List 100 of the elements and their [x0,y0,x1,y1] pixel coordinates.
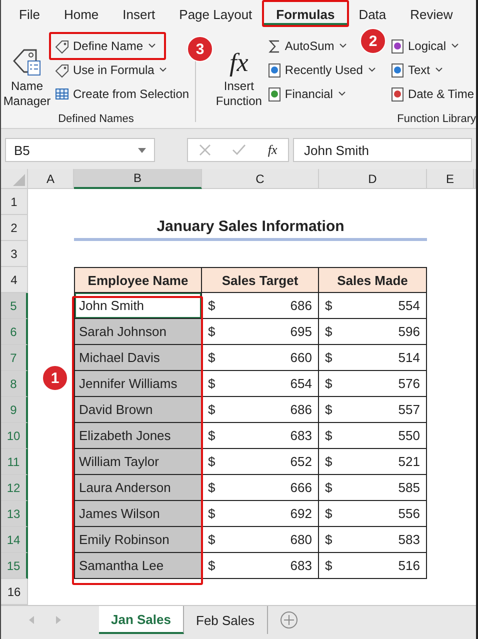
table-cell: $ 596 [319,319,427,345]
table-cell: $ 576 [319,371,427,397]
table-cell: $ 683 [202,423,319,449]
row-header[interactable]: 5 [1,293,28,319]
row-header[interactable]: 14 [1,527,28,553]
table-cell: $ 583 [319,527,427,553]
select-all-icon[interactable] [13,174,25,186]
ribbon-button[interactable]: Text [388,58,445,82]
formula-field[interactable]: John Smith [293,138,472,162]
row-header[interactable]: 8 [1,371,28,397]
caret-icon [159,67,168,73]
scroll-right-icon[interactable] [55,616,61,624]
row-header[interactable]: 12 [1,475,28,501]
column-header[interactable]: A [28,169,74,189]
ribbon-tab[interactable]: Insert [110,3,168,26]
caret-icon [338,91,346,97]
ribbon-button[interactable]: Financial [264,82,348,106]
table-cell: $ 585 [319,475,427,501]
ribbon-tab[interactable]: Data [346,3,398,26]
table-cell: $ 550 [319,423,427,449]
row-header[interactable]: 15 [1,553,28,579]
ribbon-tab[interactable]: Formulas [264,3,347,26]
table-cell: $ 521 [319,449,427,475]
caret-icon [138,148,146,152]
table-cell: $ 695 [202,319,319,345]
scroll-left-icon[interactable] [29,616,35,624]
row-header[interactable]: 1 [1,189,28,215]
caret-icon [451,43,459,49]
insert-function-button[interactable]: fx [268,142,278,158]
add-sheet-icon[interactable] [280,611,298,629]
column-header[interactable]: E [427,169,474,189]
ribbon-button[interactable]: Logical [388,34,461,58]
tag-icon [55,62,70,78]
caret-icon [148,43,156,49]
ribbon-button[interactable]: Define Name [53,34,158,58]
row-header[interactable]: 2 [1,215,28,241]
table-cell: Samantha Lee [74,553,202,579]
tag-icon [55,38,70,54]
table-cell: $ 514 [319,345,427,371]
row-header[interactable]: 3 [1,241,28,267]
table-cell: Elizabeth Jones [74,423,202,449]
table-cell: David Brown [74,397,202,423]
table-cell: Sarah Johnson [74,319,202,345]
table-cell: $ 680 [202,527,319,553]
table-cell: Michael Davis [74,345,202,371]
table-header: Sales Made [319,267,427,293]
table-cell: John Smith [74,293,202,319]
name-manager-button[interactable]: Name Manager [1,34,53,113]
ribbon-button[interactable]: AutoSum [264,34,350,58]
row-header[interactable]: 4 [1,267,28,293]
sigma-icon [266,38,282,54]
table-cell: $ 660 [202,345,319,371]
table-cell: $ 686 [202,397,319,423]
row-header[interactable]: 10 [1,423,28,449]
row-header[interactable]: 16 [1,579,28,605]
column-header[interactable]: C [202,169,319,189]
table-cell: $ 556 [319,501,427,527]
check-icon[interactable] [232,144,246,156]
caret-icon [368,67,376,73]
ribbon-button[interactable]: Recently Used [264,58,378,82]
ribbon-button[interactable]: Create from Selection [53,82,192,106]
insert-function-button[interactable]: fx Insert Function [212,34,265,113]
caret-icon [339,43,348,49]
row-header[interactable]: 9 [1,397,28,423]
row-header[interactable]: 6 [1,319,28,345]
ribbon-tab[interactable]: File [7,3,52,26]
table-cell: $ 516 [319,553,427,579]
table-cell: $ 554 [319,293,427,319]
group-label: Defined Names [58,113,134,127]
ribbon-tab[interactable]: Home [52,3,111,26]
table-cell: $ 666 [202,475,319,501]
name-box[interactable]: B5 [5,138,155,162]
table-header: Employee Name [74,267,202,293]
table-cell: $ 652 [202,449,319,475]
column-header[interactable]: D [319,169,427,189]
table-cell: $ 557 [319,397,427,423]
row-header[interactable]: 13 [1,501,28,527]
table-cell: Laura Anderson [74,475,202,501]
column-header[interactable]: B [74,169,202,189]
row-header[interactable]: 7 [1,345,28,371]
table-header: Sales Target [202,267,319,293]
table-cell: William Taylor [74,449,202,475]
table-cell: Emily Robinson [74,527,202,553]
ribbon-button[interactable]: Date & Time [388,82,476,106]
ribbon-tab[interactable]: Review [398,3,465,26]
table-cell: $ 683 [202,553,319,579]
table-cell: $ 692 [202,501,319,527]
ribbon-tab[interactable]: Page Layout [167,3,264,26]
table-cell: Jennifer Williams [74,371,202,397]
row-header[interactable]: 11 [1,449,28,475]
sheet-tab[interactable]: Jan Sales [99,606,184,634]
table-cell: $ 686 [202,293,319,319]
sheet-title: January Sales Information [156,218,344,235]
table-icon [55,86,70,102]
group-label: Function Library [397,113,476,127]
cancel-icon[interactable] [198,144,211,156]
ribbon-button[interactable]: Use in Formula [53,58,170,82]
table-cell: $ 654 [202,371,319,397]
caret-icon [434,67,443,73]
sheet-tab[interactable]: Feb Sales [184,606,268,634]
